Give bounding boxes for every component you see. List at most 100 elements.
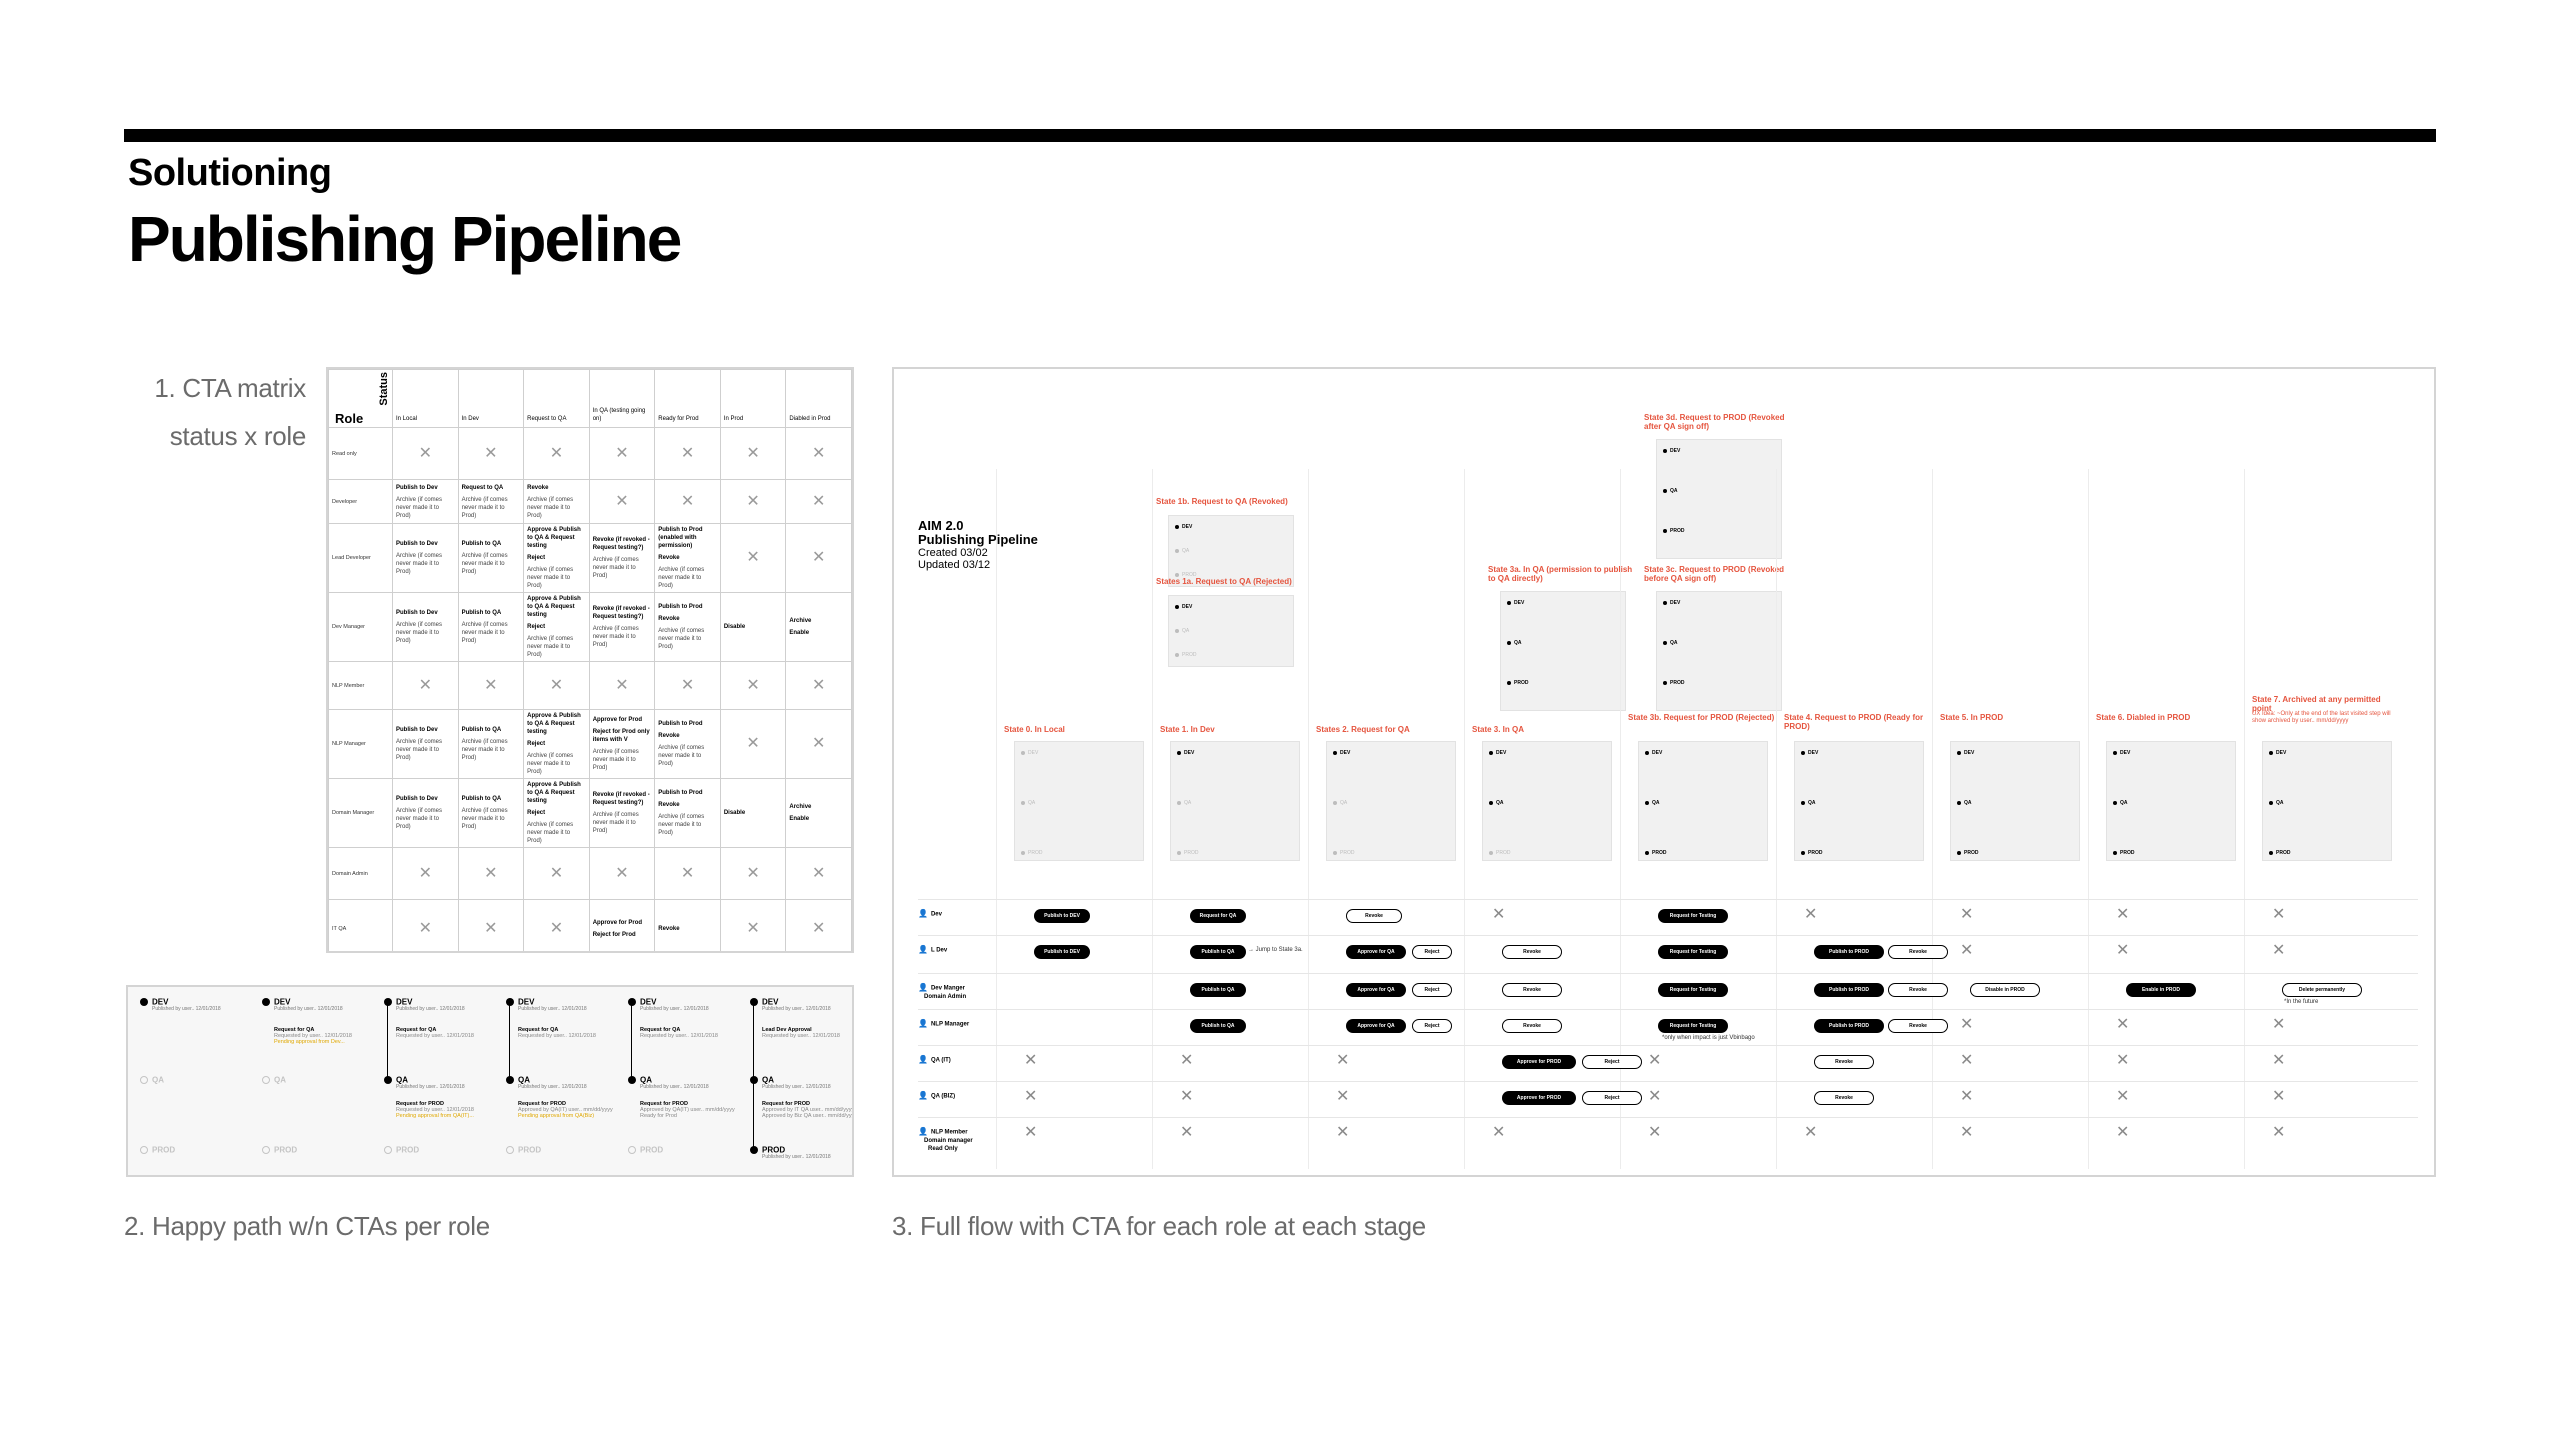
cta-publish-qa-button[interactable]: Publish to QA: [1190, 983, 1246, 997]
cta-revoke-button[interactable]: Revoke: [1502, 983, 1562, 997]
cta-publish-prod-button[interactable]: Publish to PROD: [1814, 945, 1884, 959]
card-stage-node: DEV: [1177, 750, 1194, 756]
matrix-col-header: Ready for Prod: [654, 369, 721, 428]
cta-revoke-button[interactable]: Revoke: [1888, 1019, 1948, 1033]
matrix-cta-text: Archive: [789, 804, 812, 810]
cta-reject-button[interactable]: Reject: [1412, 945, 1452, 959]
not-allowed-icon: ✕: [1648, 1052, 1662, 1069]
stage-name: DEV: [640, 997, 657, 1007]
request-entry: Request for QA Requested by user.. 12/01/…: [274, 1027, 352, 1045]
cta-approve-qa-button[interactable]: Approve for QA: [1346, 945, 1406, 959]
card-stage-node: QA: [1175, 548, 1189, 554]
stage-node-qa: QA Published by user.. 12/01/2018: [506, 1075, 616, 1090]
stage-published-by: Published by user.. 12/01/2018: [640, 1084, 709, 1091]
stage-published-by: Published by user.. 12/01/2018: [518, 1084, 587, 1091]
cta-publish-qa-button[interactable]: Publish to QA: [1190, 945, 1246, 959]
cta-request-testing-button[interactable]: Request for Testing: [1658, 983, 1728, 997]
cta-delete-perm-button[interactable]: Delete permanently: [2282, 983, 2362, 997]
cta-request-testing-button[interactable]: Request for Testing: [1658, 1019, 1728, 1033]
request-detail: Requested by user.. 12/01/2018: [518, 1033, 596, 1039]
role-name: 👤 NLP Manager: [918, 1020, 969, 1029]
card-stage-node: PROD: [2113, 850, 2134, 856]
cta-reject-button[interactable]: Reject: [1582, 1055, 1642, 1069]
role-name: 👤 QA (BIZ): [918, 1092, 955, 1101]
card-stage-node: DEV: [1489, 750, 1506, 756]
not-allowed-icon: ✕: [2272, 1052, 2286, 1069]
role-name: 👤 L Dev: [918, 946, 947, 955]
cta-revoke-button[interactable]: Revoke: [1502, 945, 1562, 959]
card-stage-node: QA: [1489, 800, 1504, 806]
cta-revoke-button[interactable]: Revoke: [1502, 1019, 1562, 1033]
card-stage-node: QA: [1801, 800, 1816, 806]
matrix-cell: Approve for Prod Reject for Prod only ite…: [588, 709, 656, 779]
stage-name: DEV: [518, 997, 535, 1007]
cta-request-testing-button[interactable]: Request for Testing: [1658, 909, 1728, 923]
cta-approve-qa-button[interactable]: Approve for QA: [1346, 983, 1406, 997]
matrix-cta-text: Approve & Publish to QA & Request testin…: [527, 782, 581, 804]
matrix-cta-text: Archive (if comes never made it to Prod): [396, 808, 443, 830]
stage-name: DEV: [396, 997, 413, 1007]
matrix-cta-text: Archive (if comes never made it to Prod): [461, 622, 508, 644]
matrix-cell: Publish to QA Archive (if comes never mad…: [457, 709, 525, 779]
matrix-cell: Publish to QA Archive (if comes never mad…: [457, 523, 525, 593]
cta-publish-qa-button[interactable]: Publish to QA: [1190, 1019, 1246, 1033]
cta-reject-button[interactable]: Reject: [1412, 1019, 1452, 1033]
stage-dot-icon: [506, 1075, 514, 1084]
cta-publish-prod-button[interactable]: Publish to PROD: [1814, 983, 1884, 997]
stage-node-prod: PROD: [384, 1145, 494, 1154]
cta-disable-prod-button[interactable]: Disable in PROD: [1970, 983, 2040, 997]
stage-dot-icon: [628, 1145, 636, 1154]
role-name-text: NLP Manager: [930, 1021, 970, 1028]
matrix-cta-text: Archive (if comes never made it to Prod): [527, 567, 574, 589]
role-row: 👤 QA (BIZ): [918, 1081, 2418, 1117]
cta-approve-prod-button[interactable]: Approve for PROD: [1502, 1091, 1576, 1105]
not-allowed-icon: ✕: [680, 444, 695, 462]
role-name-extra: Domain manager: [924, 1137, 973, 1144]
not-allowed-icon: ✕: [746, 444, 760, 462]
stage-node-prod: PROD: [262, 1145, 372, 1154]
matrix-cell: ✕: [719, 847, 787, 900]
matrix-cell: ✕: [457, 899, 525, 951]
cta-reject-button[interactable]: Reject: [1582, 1091, 1642, 1105]
role-name-text: Dev Manger: [930, 985, 965, 992]
stage-published-by: Published by user.. 12/01/2018: [518, 1006, 587, 1013]
matrix-cell: ✕: [588, 479, 656, 524]
cta-reject-button[interactable]: Reject: [1412, 983, 1452, 997]
stage-dot-icon: [506, 997, 514, 1006]
matrix-row-label: NLP Member: [328, 661, 393, 710]
not-allowed-icon: ✕: [484, 864, 498, 882]
matrix-row-label: IT QA: [328, 899, 393, 951]
matrix-cell: ✕: [588, 427, 656, 480]
matrix-cell: ✕: [785, 661, 852, 710]
cta-revoke-button[interactable]: Revoke: [1346, 909, 1402, 923]
not-allowed-icon: ✕: [615, 864, 629, 882]
stage-node-qa: QA: [262, 1075, 372, 1084]
stage-dot-icon: [262, 1075, 270, 1084]
state-card: DEV QA PROD: [1170, 741, 1300, 861]
matrix-col-header: In Prod: [719, 369, 787, 428]
cta-enable-prod-button[interactable]: Enable in PROD: [2126, 983, 2196, 997]
role-row: 👤 NLP Member Domain manager Read Only: [918, 1117, 2418, 1167]
cta-publish-dev-button[interactable]: Publish to DEV: [1034, 945, 1090, 959]
cta-request-qa-button[interactable]: Request for QA: [1190, 909, 1246, 923]
request-entry: Request for PROD Approved by QA(IT) user.…: [518, 1101, 613, 1119]
caption-matrix-line1: 1. CTA matrix: [154, 373, 306, 403]
not-allowed-icon: ✕: [418, 864, 432, 882]
cta-approve-prod-button[interactable]: Approve for PROD: [1502, 1055, 1576, 1069]
cta-revoke-button[interactable]: Revoke: [1888, 983, 1948, 997]
cta-revoke-button[interactable]: Revoke: [1814, 1091, 1874, 1105]
state-label: State 4. Request to PROD (Ready for PROD…: [1784, 713, 1924, 731]
stage-node-dev: DEV Published by user.. 12/01/2018: [384, 997, 494, 1012]
cta-publish-dev-button[interactable]: Publish to DEV: [1034, 909, 1090, 923]
card-stage-node: QA: [1021, 800, 1035, 806]
not-allowed-icon: ✕: [680, 864, 695, 882]
cta-approve-qa-button[interactable]: Approve for QA: [1346, 1019, 1406, 1033]
cta-publish-prod-button[interactable]: Publish to PROD: [1814, 1019, 1884, 1033]
matrix-cell: Approve for Prod Reject for Prod: [588, 899, 656, 951]
matrix-cta-text: Archive (if comes never made it to Prod): [658, 567, 705, 589]
cta-revoke-button[interactable]: Revoke: [1888, 945, 1948, 959]
cta-request-testing-button[interactable]: Request for Testing: [1658, 945, 1728, 959]
role-name: 👤 NLP Member Domain manager Read Only: [918, 1128, 973, 1153]
cta-revoke-button[interactable]: Revoke: [1814, 1055, 1874, 1069]
happy-path-panel: DEV Published by user.. 12/01/2018 QA PROD D…: [126, 985, 854, 1177]
